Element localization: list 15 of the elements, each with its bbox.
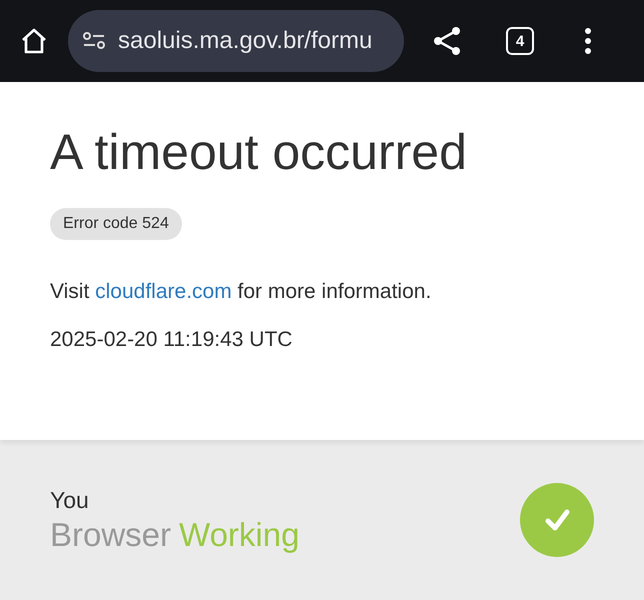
home-icon[interactable] <box>20 27 48 55</box>
tab-count-button[interactable]: 4 <box>506 27 534 55</box>
timestamp-text: 2025-02-20 11:19:43 UTC <box>50 328 294 352</box>
site-settings-icon[interactable] <box>82 31 106 51</box>
address-bar[interactable]: saoluis.ma.gov.br/formu <box>68 10 404 72</box>
status-subject: You <box>50 486 90 514</box>
share-icon[interactable] <box>432 26 462 56</box>
cloudflare-link[interactable]: cloudflare.com <box>95 280 232 303</box>
info-text: Visit cloudflare.com for more information. <box>50 280 432 304</box>
status-state: Working <box>179 516 300 554</box>
menu-icon[interactable] <box>584 27 592 55</box>
error-title: A timeout occurred <box>50 123 468 182</box>
error-code-badge: Error code 524 <box>50 208 182 240</box>
url-text: saoluis.ma.gov.br/formu <box>118 27 372 55</box>
status-name: Browser <box>50 516 172 554</box>
